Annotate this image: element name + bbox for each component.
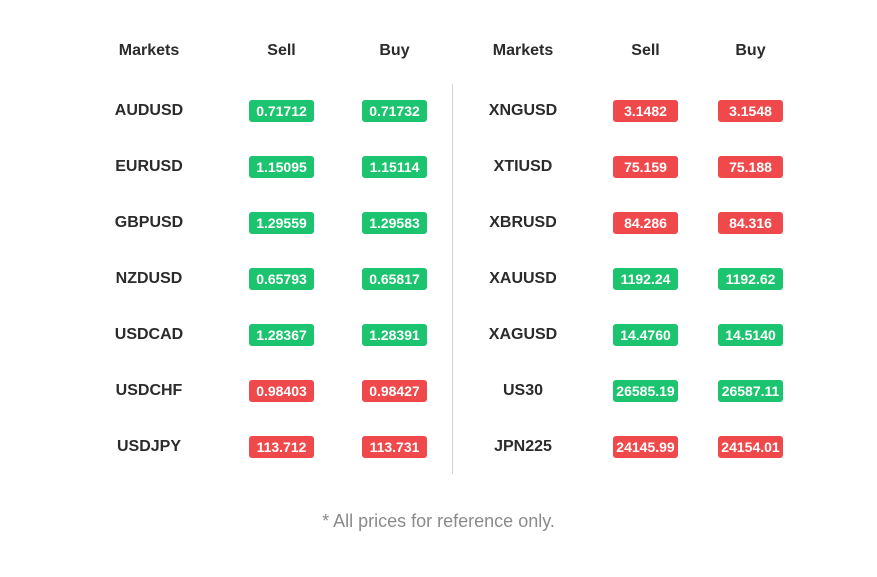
table-row: XNGUSD 3.1482 3.1548 [466, 99, 802, 123]
sell-price-badge: 84.286 [613, 212, 678, 234]
market-name: USDJPY [116, 438, 182, 455]
table-row: AUDUSD 0.71712 0.71732 [92, 99, 442, 123]
market-name: XNGUSD [488, 102, 558, 119]
buy-price-badge: 75.188 [718, 156, 783, 178]
sell-price-badge: 14.4760 [613, 324, 678, 346]
sell-price-badge: 113.712 [249, 436, 314, 458]
table-row: USDCHF 0.98403 0.98427 [92, 379, 442, 403]
buy-price-badge: 1.28391 [362, 324, 427, 346]
buy-price-badge: 26587.11 [718, 380, 783, 402]
market-name: XBRUSD [489, 214, 557, 231]
sell-price-badge: 75.159 [613, 156, 678, 178]
markets-header: Markets [118, 42, 180, 59]
table-row: JPN225 24145.99 24154.01 [466, 435, 802, 459]
buy-price-badge: 3.1548 [718, 100, 783, 122]
market-name: XTIUSD [493, 158, 553, 175]
sell-price-badge: 24145.99 [613, 436, 678, 458]
table-row: XTIUSD 75.159 75.188 [466, 155, 802, 179]
buy-price-badge: 24154.01 [718, 436, 783, 458]
table-row: GBPUSD 1.29559 1.29583 [92, 211, 442, 235]
market-name: GBPUSD [114, 214, 184, 231]
buy-price-badge: 0.98427 [362, 380, 427, 402]
sell-price-badge: 0.98403 [249, 380, 314, 402]
market-name: XAUUSD [489, 270, 557, 287]
table-row: XBRUSD 84.286 84.316 [466, 211, 802, 235]
sell-price-badge: 1.29559 [249, 212, 314, 234]
left-price-table: Markets Sell Buy AUDUSD 0.71712 0.71732 … [92, 0, 442, 476]
disclaimer-footnote: * All prices for reference only. [322, 511, 555, 531]
sell-header: Sell [631, 42, 660, 59]
sell-price-badge: 1.15095 [249, 156, 314, 178]
market-name: JPN225 [494, 438, 552, 455]
markets-header: Markets [492, 42, 554, 59]
column-divider [452, 84, 453, 474]
table-row: NZDUSD 0.65793 0.65817 [92, 267, 442, 291]
table-row: USDJPY 113.712 113.731 [92, 435, 442, 459]
market-name: EURUSD [115, 158, 183, 175]
sell-price-badge: 1.28367 [249, 324, 314, 346]
buy-price-badge: 0.71732 [362, 100, 427, 122]
sell-price-badge: 0.65793 [249, 268, 314, 290]
sell-price-badge: 3.1482 [613, 100, 678, 122]
right-price-table: Markets Sell Buy XNGUSD 3.1482 3.1548 XT… [466, 0, 802, 476]
buy-price-badge: 1.29583 [362, 212, 427, 234]
buy-price-badge: 0.65817 [362, 268, 427, 290]
sell-price-badge: 1192.24 [613, 268, 678, 290]
table-row: XAGUSD 14.4760 14.5140 [466, 323, 802, 347]
sell-price-badge: 0.71712 [249, 100, 314, 122]
buy-header: Buy [735, 42, 766, 59]
market-name: US30 [502, 382, 544, 399]
buy-price-badge: 113.731 [362, 436, 427, 458]
market-name: NZDUSD [115, 270, 183, 287]
buy-price-badge: 1.15114 [362, 156, 427, 178]
sell-header: Sell [267, 42, 296, 59]
buy-price-badge: 1192.62 [718, 268, 783, 290]
table-row: EURUSD 1.15095 1.15114 [92, 155, 442, 179]
buy-price-badge: 84.316 [718, 212, 783, 234]
market-name: USDCHF [115, 382, 183, 399]
market-name: USDCAD [114, 326, 184, 343]
market-name: AUDUSD [114, 102, 184, 119]
table-row: XAUUSD 1192.24 1192.62 [466, 267, 802, 291]
buy-header: Buy [379, 42, 410, 59]
buy-price-badge: 14.5140 [718, 324, 783, 346]
table-row: US30 26585.19 26587.11 [466, 379, 802, 403]
market-name: XAGUSD [488, 326, 558, 343]
sell-price-badge: 26585.19 [613, 380, 678, 402]
table-row: USDCAD 1.28367 1.28391 [92, 323, 442, 347]
